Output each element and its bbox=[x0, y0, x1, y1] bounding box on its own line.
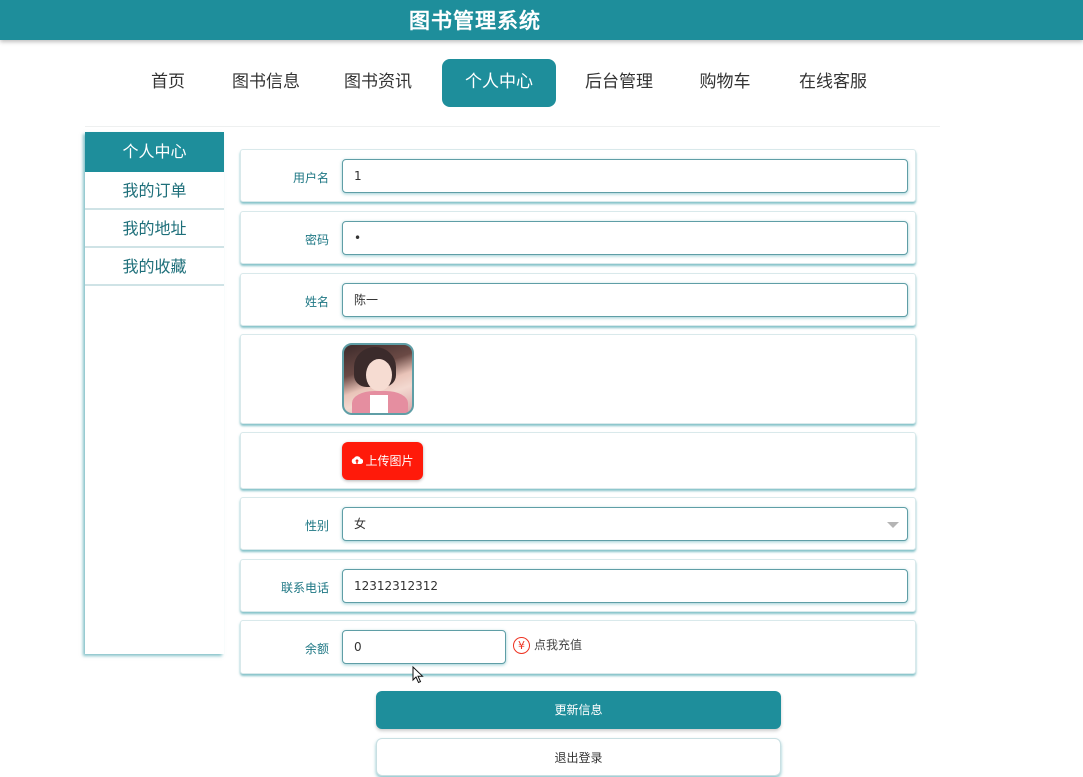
logout-button[interactable]: 退出登录 bbox=[376, 738, 781, 776]
sidebar-item-personal-center[interactable]: 个人中心 bbox=[85, 132, 224, 172]
sidebar-item-address[interactable]: 我的地址 bbox=[85, 210, 224, 248]
nav-divider bbox=[85, 126, 940, 127]
username-label: 用户名 bbox=[292, 171, 329, 185]
recharge-label: 点我充值 bbox=[534, 638, 583, 652]
recharge-link[interactable]: ¥ 点我充值 bbox=[513, 636, 582, 654]
nav-item-book-news[interactable]: 图书资讯 bbox=[335, 59, 421, 107]
nav-item-home[interactable]: 首页 bbox=[140, 59, 196, 107]
gender-select[interactable]: 女 bbox=[342, 507, 908, 541]
form-row-balance: 余额 0 ¥ 点我充值 bbox=[240, 620, 916, 674]
phone-label: 联系电话 bbox=[280, 581, 329, 595]
password-label: 密码 bbox=[304, 233, 329, 247]
app-title: 图书管理系统 bbox=[409, 9, 541, 33]
gender-select-value: 女 bbox=[354, 517, 367, 531]
form-row-name: 姓名 陈一 bbox=[240, 273, 916, 326]
nav-item-cart[interactable]: 购物车 bbox=[690, 59, 760, 107]
nav-item-book-info[interactable]: 图书信息 bbox=[223, 59, 309, 107]
sidebar-item-favorites[interactable]: 我的收藏 bbox=[85, 248, 224, 286]
form-row-avatar bbox=[240, 334, 916, 424]
name-input[interactable]: 陈一 bbox=[342, 283, 908, 317]
form-row-phone: 联系电话 12312312312 bbox=[240, 559, 916, 612]
gender-label: 性别 bbox=[304, 519, 329, 533]
top-header: 图书管理系统 bbox=[0, 0, 1083, 40]
form-row-password: 密码 • bbox=[240, 211, 916, 264]
nav-item-admin[interactable]: 后台管理 bbox=[576, 59, 662, 107]
phone-input[interactable]: 12312312312 bbox=[342, 569, 908, 603]
avatar-face bbox=[366, 359, 392, 391]
avatar bbox=[342, 343, 414, 415]
balance-input[interactable]: 0 bbox=[342, 630, 506, 664]
cloud-upload-icon bbox=[351, 443, 364, 481]
sidebar-item-orders[interactable]: 我的订单 bbox=[85, 172, 224, 210]
form-row-gender: 性别 女 bbox=[240, 497, 916, 550]
balance-label: 余额 bbox=[304, 642, 329, 656]
nav-item-personal-center[interactable]: 个人中心 bbox=[442, 59, 556, 107]
chevron-down-icon bbox=[887, 522, 899, 528]
form-row-upload: 上传图片 bbox=[240, 432, 916, 489]
form-row-username: 用户名 1 bbox=[240, 149, 916, 202]
main-nav: 首页 图书信息 图书资讯 个人中心 后台管理 购物车 在线客服 bbox=[0, 59, 1083, 107]
sidebar: 个人中心 我的订单 我的地址 我的收藏 bbox=[85, 132, 224, 654]
nav-item-online-service[interactable]: 在线客服 bbox=[790, 59, 876, 107]
upload-image-label: 上传图片 bbox=[365, 454, 414, 468]
name-label: 姓名 bbox=[304, 295, 329, 309]
avatar-tee bbox=[370, 395, 388, 413]
password-input[interactable]: • bbox=[342, 221, 908, 255]
username-input[interactable]: 1 bbox=[342, 159, 908, 193]
upload-image-button[interactable]: 上传图片 bbox=[342, 442, 423, 480]
update-info-button[interactable]: 更新信息 bbox=[376, 691, 781, 729]
yen-icon: ¥ bbox=[513, 637, 530, 654]
